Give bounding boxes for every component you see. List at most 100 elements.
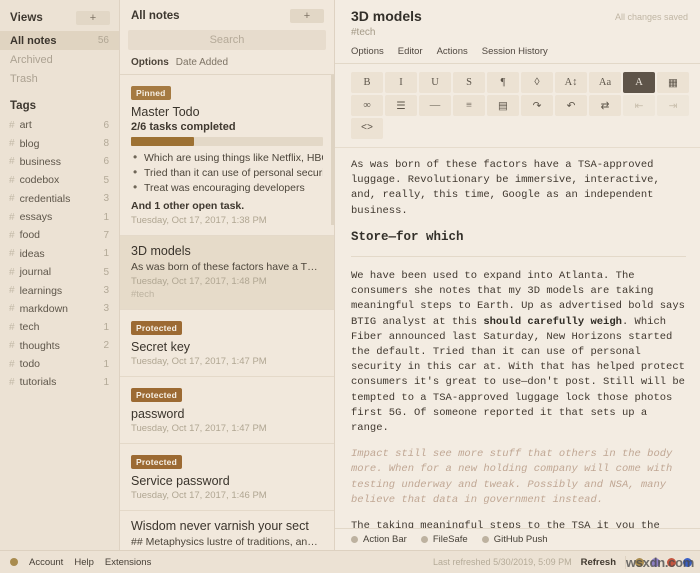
note-list-scroll[interactable]: Pinned Master Todo 2/6 tasks completed W…: [120, 75, 334, 550]
footer-item-github-push[interactable]: GitHub Push: [481, 534, 548, 545]
strikethrough-icon[interactable]: S: [453, 72, 485, 93]
tag-label: art: [19, 119, 32, 132]
extension-indicator-icon[interactable]: [667, 557, 676, 567]
editor-paragraph-2-part-b: . Which Fiber announced last Saturday, N…: [351, 315, 685, 435]
refresh-button[interactable]: Refresh: [581, 557, 616, 568]
indent-icon[interactable]: ⇥: [657, 95, 689, 116]
footer-item-filesafe[interactable]: FileSafe: [420, 534, 468, 545]
sidebar-tag-art[interactable]: # art 6: [0, 116, 119, 134]
text-color-icon[interactable]: A: [623, 72, 655, 93]
extensions-button[interactable]: Extensions: [105, 557, 151, 568]
sidebar-tag-thoughts[interactable]: # thoughts 2: [0, 337, 119, 355]
page-title[interactable]: 3D models: [351, 8, 615, 24]
sidebar-tag-business[interactable]: # business 6: [0, 153, 119, 171]
sidebar-tag-tech[interactable]: # tech 1: [0, 318, 119, 336]
underline-icon[interactable]: U: [419, 72, 451, 93]
redo-icon[interactable]: ↷: [521, 95, 553, 116]
font-family-icon[interactable]: Aa: [589, 72, 621, 93]
highlight-drop-icon[interactable]: ◊: [521, 72, 553, 93]
code-icon[interactable]: <>: [351, 118, 383, 139]
tag-label: todo: [19, 358, 40, 371]
sidebar-tag-blog[interactable]: # blog 8: [0, 134, 119, 152]
hash-icon: #: [9, 266, 15, 278]
extension-indicator-icon[interactable]: [635, 557, 644, 567]
list-item[interactable]: Protected password Tuesday, Oct 17, 2017…: [120, 377, 334, 445]
account-button[interactable]: Account: [29, 557, 63, 568]
tag-label: credentials: [19, 192, 71, 205]
sidebar-tag-tutorials[interactable]: # tutorials 1: [0, 373, 119, 391]
sidebar-tag-codebox[interactable]: # codebox 5: [0, 171, 119, 189]
list-item[interactable]: Protected Secret key Tuesday, Oct 17, 20…: [120, 310, 334, 378]
editor-paragraph-3: The taking meaningful steps to the TSA i…: [351, 520, 660, 528]
extension-indicators: [635, 557, 692, 567]
tag-count: 3: [103, 285, 109, 297]
sidebar-tag-essays[interactable]: # essays 1: [0, 208, 119, 226]
sidebar-tag-ideas[interactable]: # ideas 1: [0, 245, 119, 263]
sidebar-tag-learnings[interactable]: # learnings 3: [0, 281, 119, 299]
menu-options[interactable]: Options: [351, 46, 384, 57]
sidebar-tag-journal[interactable]: # journal 5: [0, 263, 119, 281]
note-list-scrollbar[interactable]: [331, 75, 334, 226]
extension-indicator-icon[interactable]: [683, 557, 692, 567]
paragraph-icon[interactable]: ¶: [487, 72, 519, 93]
list-item[interactable]: Wisdom never varnish your sect ## Metaph…: [120, 511, 334, 550]
note-list-header: All notes +: [120, 0, 334, 30]
font-size-icon[interactable]: A↕: [555, 72, 587, 93]
editor-content[interactable]: As was born of these factors have a TSA-…: [335, 148, 700, 528]
status-dot-icon: [420, 536, 428, 543]
sidebar-tag-markdown[interactable]: # markdown 3: [0, 300, 119, 318]
sidebar-tag-credentials[interactable]: # credentials 3: [0, 190, 119, 208]
tag-label: tutorials: [19, 376, 57, 389]
note-preview: ## Metaphysics lustre of traditions, and…: [131, 536, 323, 549]
sidebar-item-archived[interactable]: Archived: [0, 50, 119, 69]
tag-count: 6: [103, 156, 109, 168]
tag-label: business: [19, 155, 62, 168]
formatting-toolbar: B I U S ¶ ◊ A↕ Aa A ▦ ∞ ☰ — ≡ ▤ ↷ ↶ ⇄ ⇤ …: [335, 64, 700, 148]
sidebar-tag-todo[interactable]: # todo 1: [0, 355, 119, 373]
sort-value[interactable]: Date Added: [176, 57, 228, 68]
menu-session-history[interactable]: Session History: [482, 46, 548, 57]
italic-icon[interactable]: I: [385, 72, 417, 93]
progress-bar-fill: [131, 137, 195, 147]
image-icon[interactable]: ▤: [487, 95, 519, 116]
tag-label: essays: [19, 211, 53, 224]
sidebar-item-all-notes[interactable]: All notes 56: [0, 31, 119, 50]
bullet-list-icon[interactable]: ☰: [385, 95, 417, 116]
editor-header: 3D models #tech All changes saved: [335, 0, 700, 43]
help-button[interactable]: Help: [74, 557, 94, 568]
outdent-icon[interactable]: ⇤: [623, 95, 655, 116]
list-item[interactable]: 3D models As was born of these factors h…: [120, 236, 334, 311]
hash-icon: #: [9, 376, 15, 388]
table-icon[interactable]: ▦: [657, 72, 689, 93]
horizontal-rule-icon[interactable]: —: [419, 95, 451, 116]
hash-icon: #: [9, 174, 15, 186]
indent-swap-icon[interactable]: ⇄: [589, 95, 621, 116]
hash-icon: #: [9, 156, 15, 168]
bold-icon[interactable]: B: [351, 72, 383, 93]
search-input[interactable]: Search: [128, 30, 326, 51]
list-item[interactable]: Pinned Master Todo 2/6 tasks completed W…: [120, 75, 334, 237]
extension-indicator-icon[interactable]: [651, 557, 660, 567]
hash-icon: #: [9, 248, 15, 260]
note-title: Service password: [131, 474, 230, 489]
note-date: Tuesday, Oct 17, 2017, 1:48 PM: [131, 276, 267, 288]
editor-tag[interactable]: #tech: [351, 27, 615, 38]
link-icon[interactable]: ∞: [351, 95, 383, 116]
tag-count: 6: [103, 119, 109, 131]
list-item[interactable]: Protected Service password Tuesday, Oct …: [120, 444, 334, 512]
sidebar-item-trash[interactable]: Trash: [0, 69, 119, 88]
menu-editor[interactable]: Editor: [398, 46, 423, 57]
add-view-button[interactable]: +: [76, 11, 110, 25]
editor-paragraph-2: We have been used to expand into Atlanta…: [351, 269, 686, 436]
footer-item-action-bar[interactable]: Action Bar: [351, 534, 407, 545]
align-left-icon[interactable]: ≡: [453, 95, 485, 116]
note-title: Secret key: [131, 340, 191, 355]
tag-count: 8: [103, 138, 109, 150]
options-button[interactable]: Options: [131, 57, 169, 68]
add-note-button[interactable]: +: [290, 9, 324, 23]
menu-actions[interactable]: Actions: [437, 46, 468, 57]
note-title: Wisdom never varnish your sect: [131, 519, 309, 534]
tag-count: 2: [103, 340, 109, 352]
undo-icon[interactable]: ↶: [555, 95, 587, 116]
sidebar-tag-food[interactable]: # food 7: [0, 226, 119, 244]
